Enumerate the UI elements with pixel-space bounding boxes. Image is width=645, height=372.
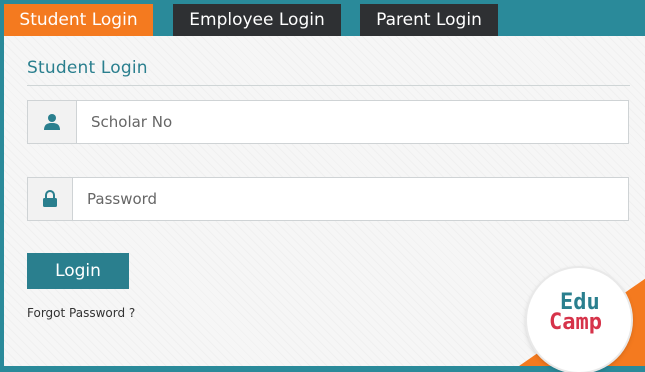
forgot-password-link[interactable]: Forgot Password ?	[27, 306, 135, 320]
password-input[interactable]	[73, 178, 628, 220]
title-divider	[27, 85, 630, 86]
panel-title: Student Login	[27, 58, 148, 78]
scholar-no-input[interactable]	[77, 101, 628, 143]
lock-icon	[28, 178, 73, 220]
password-field	[27, 177, 629, 221]
tab-student-login[interactable]: Student Login	[4, 4, 153, 36]
user-icon	[28, 101, 77, 143]
tab-parent-login[interactable]: Parent Login	[360, 4, 498, 36]
login-tabs: Student Login Employee Login Parent Logi…	[0, 0, 645, 36]
tab-employee-login[interactable]: Employee Login	[173, 4, 341, 36]
scholar-no-field	[27, 100, 629, 144]
login-button[interactable]: Login	[27, 253, 129, 289]
logo-text-camp: Camp	[549, 310, 602, 335]
